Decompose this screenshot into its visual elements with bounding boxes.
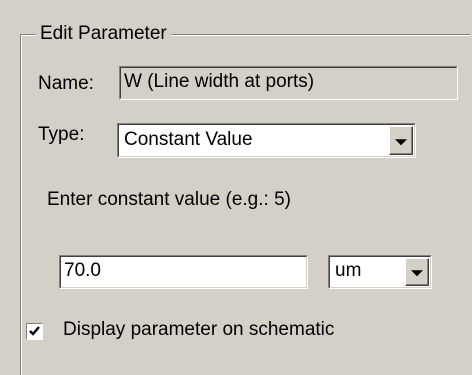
unit-dropdown[interactable]: um	[328, 255, 432, 289]
type-dropdown-button[interactable]	[389, 126, 413, 155]
group-title: Edit Parameter	[36, 22, 171, 46]
unit-selected-value: um	[335, 260, 362, 281]
chevron-down-icon	[395, 138, 407, 145]
type-dropdown[interactable]: Constant Value	[117, 123, 416, 158]
constant-value-text: 70.0	[64, 260, 101, 281]
unit-dropdown-button[interactable]	[405, 258, 429, 286]
display-on-schematic-checkbox[interactable]	[26, 323, 43, 340]
name-field: W (Line width at ports)	[119, 66, 458, 100]
constant-prompt: Enter constant value (e.g.: 5)	[47, 189, 291, 210]
checkmark-icon	[29, 326, 40, 336]
display-on-schematic-label[interactable]: Display parameter on schematic	[63, 318, 334, 342]
name-value: W (Line width at ports)	[124, 71, 315, 92]
name-label: Name:	[38, 73, 94, 94]
chevron-down-icon	[411, 270, 423, 277]
type-selected-value: Constant Value	[124, 129, 253, 150]
constant-value-input[interactable]: 70.0	[59, 255, 308, 289]
type-label: Type:	[38, 124, 85, 145]
